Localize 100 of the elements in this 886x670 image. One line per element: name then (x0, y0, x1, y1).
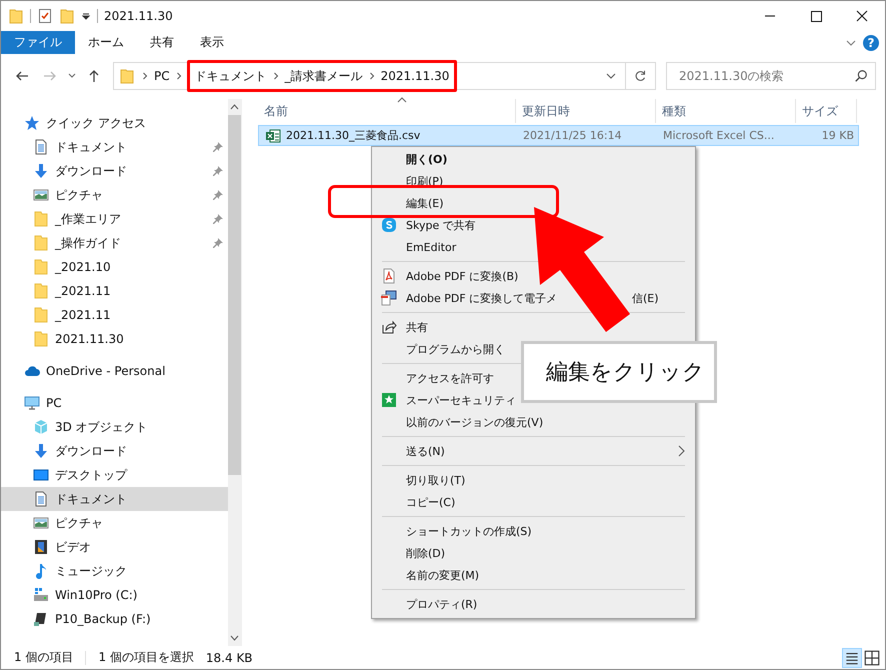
sidebar-item[interactable]: ダウンロード (1, 439, 228, 463)
ribbon-tab[interactable]: ファイル (1, 31, 75, 54)
menu-item[interactable]: 開く(O) (372, 148, 695, 170)
monitor-icon (24, 395, 40, 411)
large-icons-view-icon[interactable] (863, 648, 881, 666)
drive-icon (33, 587, 49, 603)
breadcrumb[interactable]: _請求書メール (284, 68, 364, 84)
refresh-icon (634, 69, 648, 83)
folder-icon (33, 211, 49, 227)
folder-icon (33, 283, 49, 299)
chevron-right-icon[interactable] (272, 71, 280, 81)
sidebar-item[interactable]: クイック アクセス (1, 111, 228, 135)
menu-item[interactable]: Skype で共有 (372, 214, 695, 236)
pdf-mail-icon (381, 290, 397, 306)
search-field[interactable]: 2021.11.30の検索 (666, 62, 876, 90)
cube-icon (33, 419, 49, 435)
folder-icon (33, 235, 49, 251)
sidebar-item[interactable]: _操作ガイド (1, 231, 228, 255)
folder-icon (33, 259, 49, 275)
download-arrow-icon (33, 443, 49, 459)
sort-caret-icon (397, 97, 407, 103)
star-icon (24, 115, 40, 131)
drive-icon (33, 611, 49, 627)
refresh-button[interactable] (626, 62, 656, 90)
landscape-icon (33, 515, 49, 531)
chevron-right-icon[interactable] (174, 71, 183, 81)
sidebar-item[interactable]: ピクチャ (1, 183, 228, 207)
file-name: 2021.11.30_三菱食品.csv (286, 128, 420, 143)
details-view-icon[interactable] (843, 648, 861, 666)
table-cell-text: 19 KB (820, 128, 855, 144)
menu-item[interactable]: 削除(D) (372, 542, 695, 564)
selection-count: 1 個の項目を選択 (98, 649, 194, 666)
share-icon (381, 319, 397, 335)
file-row[interactable]: 2021.11.30_三菱食品.csv 2021/11/25 16:14 Microsoft Excel CS... 19 KB (258, 125, 859, 146)
download-arrow-icon (33, 163, 49, 179)
menu-item[interactable]: 送る(N) (372, 440, 695, 462)
menu-item[interactable]: プロパティ(R) (372, 593, 695, 615)
breadcrumb[interactable]: 2021.11.30 (380, 69, 450, 83)
document-icon (33, 491, 49, 507)
chevron-right-icon[interactable] (141, 71, 149, 81)
column-header[interactable]: サイズ (796, 99, 857, 123)
ribbon-tab[interactable]: 共有 (137, 31, 187, 54)
column-header[interactable]: 種類 (656, 99, 796, 123)
sidebar-item[interactable]: P10_Backup (F:) (1, 607, 228, 631)
folder-icon (33, 307, 49, 323)
menu-item[interactable]: ショートカットの作成(S) (372, 520, 695, 542)
menu-item[interactable]: 切り取り(T) (372, 469, 695, 491)
menu-item[interactable]: 共有 (372, 316, 695, 338)
pdf-icon (381, 268, 397, 284)
sidebar-item[interactable]: ドキュメント (1, 487, 228, 511)
annotation-tooltip: 編集をクリック (521, 341, 717, 403)
checklist-icon[interactable] (37, 8, 53, 24)
dropdown-icon[interactable] (81, 11, 91, 21)
table-cell-text: 2021/11/25 16:14 (522, 128, 623, 144)
sidebar-item[interactable]: 2021.11.30 (1, 327, 228, 351)
menu-item[interactable]: 名前の変更(M) (372, 564, 695, 586)
sidebar-item[interactable]: OneDrive - Personal (1, 359, 228, 383)
menu-item[interactable]: EmEditor (372, 236, 695, 258)
sidebar-item[interactable]: ピクチャ (1, 511, 228, 535)
spreadsheet-icon (265, 128, 281, 144)
sidebar-item[interactable]: ビデオ (1, 535, 228, 559)
sidebar-item[interactable]: PC (1, 391, 228, 415)
menu-item[interactable]: Adobe PDF に変換して電子メ 信(E) (372, 287, 695, 309)
breadcrumb[interactable]: ドキュメント (194, 68, 268, 84)
selection-size: 18.4 KB (206, 650, 253, 664)
menu-item[interactable]: Adobe PDF に変換(B) (372, 265, 695, 287)
window-title: 2021.11.30 (104, 9, 173, 23)
desktop-icon (33, 467, 49, 483)
folder-icon (33, 331, 49, 347)
scrollbar[interactable] (228, 99, 241, 646)
sidebar-item[interactable]: 3D オブジェクト (1, 415, 228, 439)
sidebar-item[interactable]: デスクトップ (1, 463, 228, 487)
menu-item[interactable]: 編集(E) (372, 192, 695, 214)
ribbon-tab[interactable]: ホーム (75, 31, 137, 54)
sidebar-item[interactable]: Win10Pro (C:) (1, 583, 228, 607)
landscape-icon (33, 187, 49, 203)
scroll-thumb[interactable] (228, 115, 241, 475)
chevron-right-icon[interactable] (368, 71, 376, 81)
folder-icon (119, 68, 135, 84)
sidebar-item[interactable]: _作業エリア (1, 207, 228, 231)
search-icon (854, 69, 868, 83)
menu-item[interactable]: コピー(C) (372, 491, 695, 513)
document-icon (33, 139, 49, 155)
column-header[interactable]: 更新日時 (516, 99, 656, 123)
film-icon (33, 539, 49, 555)
sidebar-item[interactable]: ミュージック (1, 559, 228, 583)
breadcrumb[interactable]: PC (153, 69, 171, 83)
address-bar[interactable]: PC ドキュメント _請求書メール 2021.11.30 (113, 62, 626, 90)
item-count: 1 個の項目 (14, 649, 74, 666)
skype-icon (381, 217, 397, 233)
menu-item[interactable]: 以前のバージョンの復元(V) (372, 411, 695, 433)
sidebar-item[interactable]: _2021.11 (1, 279, 228, 303)
sidebar-item[interactable]: _2021.11 (1, 303, 228, 327)
help-button[interactable]: ? (863, 34, 879, 50)
sidebar-item[interactable]: _2021.10 (1, 255, 228, 279)
sidebar-item[interactable]: ダウンロード (1, 159, 228, 183)
ribbon-tab[interactable]: 表示 (187, 31, 237, 54)
column-header[interactable]: 名前 (258, 99, 516, 123)
sidebar-item[interactable]: ドキュメント (1, 135, 228, 159)
table-cell-text: Microsoft Excel CS... (662, 128, 776, 144)
